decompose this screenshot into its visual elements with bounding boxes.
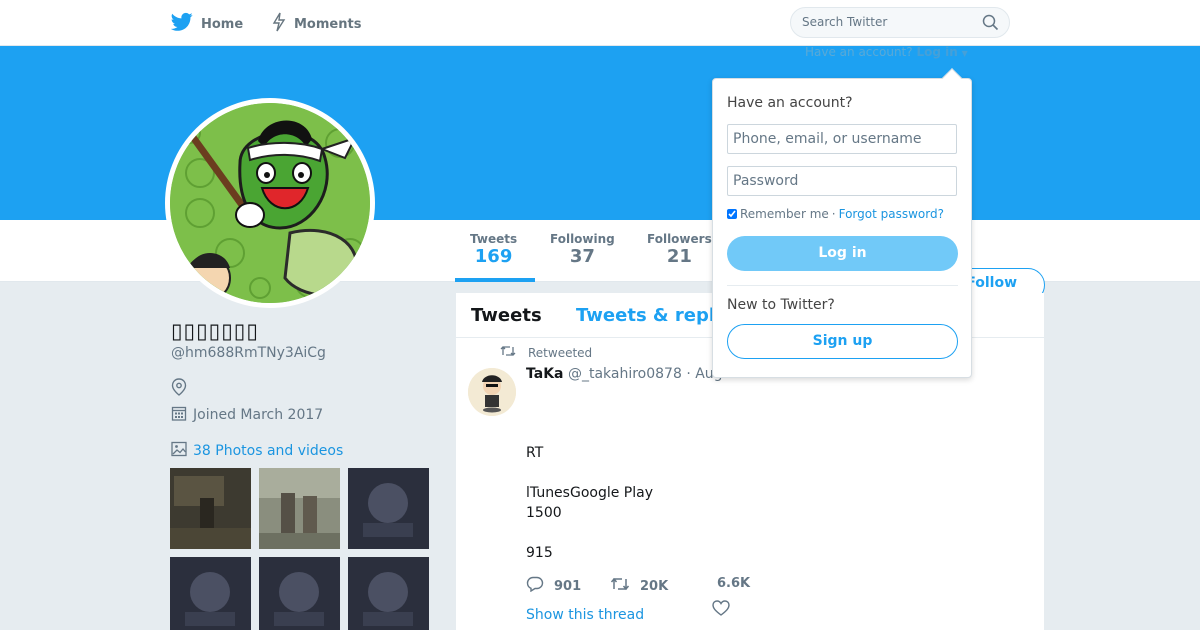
- photos-videos-label: 38 Photos and videos: [193, 443, 344, 459]
- nav-moments[interactable]: Moments: [272, 12, 361, 36]
- nav-home-label: Home: [201, 16, 244, 32]
- stat-label: Followers: [647, 232, 712, 246]
- tab-tweets-and-replies[interactable]: Tweets & repl: [576, 305, 715, 326]
- twitter-bird-icon: [170, 12, 193, 36]
- reply-count: 901: [554, 578, 582, 594]
- tweet-text-line: RT: [526, 445, 544, 461]
- tweet-text-line: lTunesGoogle Play: [526, 485, 653, 501]
- forgot-password-link[interactable]: Forgot password?: [839, 207, 944, 221]
- stat-following[interactable]: Following 37: [550, 232, 615, 267]
- media-thumbnail[interactable]: [259, 468, 340, 549]
- separator-dot: ·: [831, 207, 836, 221]
- photos-videos-link[interactable]: 38 Photos and videos: [171, 441, 343, 461]
- reply-icon: [526, 576, 544, 596]
- media-thumbnail[interactable]: [170, 468, 251, 549]
- remember-me-checkbox[interactable]: [727, 209, 737, 219]
- stat-value: 169: [474, 246, 513, 267]
- remember-me-label[interactable]: Remember me: [740, 207, 829, 221]
- nav-home[interactable]: Home: [170, 12, 244, 36]
- like-icon[interactable]: [712, 600, 730, 620]
- like-count: 6.6K: [717, 576, 751, 591]
- stat-value: 21: [666, 246, 692, 267]
- login-dropdown: Have an account? Remember me · Forgot pa…: [712, 68, 972, 378]
- dropdown-divider: [727, 285, 958, 286]
- tweet-actions: 901 20K 6.6K: [526, 576, 826, 596]
- search-input[interactable]: [802, 15, 972, 29]
- like-count-label: 6.6K: [717, 576, 750, 591]
- login-hint: Have an account? Log in ▼: [805, 45, 968, 59]
- show-this-thread-link[interactable]: Show this thread: [526, 607, 644, 623]
- tweet-text-line: 915: [526, 545, 553, 561]
- retweeted-label: Retweeted: [528, 345, 593, 360]
- reply-action[interactable]: 901: [526, 576, 581, 596]
- media-thumbnail[interactable]: [259, 557, 340, 630]
- signup-button[interactable]: Sign up: [727, 324, 958, 359]
- stat-followers[interactable]: Followers 21: [647, 232, 712, 267]
- have-account-text: Have an account?: [805, 45, 913, 59]
- stat-label: Following: [550, 232, 615, 246]
- stat-value: 37: [569, 246, 595, 267]
- profile-handle: @hm688RmTNy3AiCg: [171, 345, 326, 361]
- lightning-icon: [272, 12, 286, 36]
- retweet-action[interactable]: 20K: [610, 576, 668, 596]
- retweet-icon: [500, 345, 516, 360]
- nav-moments-label: Moments: [294, 16, 362, 32]
- tweet-author-handle[interactable]: @_takahiro0878: [568, 366, 682, 382]
- joined-date: Joined March 2017: [171, 405, 323, 425]
- media-thumbnail[interactable]: [348, 468, 429, 549]
- profile-avatar[interactable]: [165, 98, 375, 308]
- tweet-text-line: 1500: [526, 505, 562, 521]
- tweet-author-avatar[interactable]: [468, 368, 516, 416]
- media-thumbnail[interactable]: [170, 557, 251, 630]
- retweet-count: 20K: [640, 578, 669, 594]
- photo-icon: [171, 441, 187, 461]
- tweet-author-name[interactable]: TaKa: [526, 366, 564, 382]
- password-field[interactable]: [727, 166, 957, 196]
- top-navigation-bar: Home Moments: [0, 0, 1200, 46]
- location-pin-icon: [171, 378, 187, 400]
- dropdown-title: Have an account?: [727, 95, 853, 111]
- caret-down-icon: ▼: [961, 49, 968, 58]
- retweet-icon: [610, 576, 630, 596]
- username-field[interactable]: [727, 124, 957, 154]
- stat-label: Tweets: [470, 232, 518, 246]
- avatar-illustration: [170, 103, 370, 303]
- search-box: [790, 7, 1010, 38]
- login-link[interactable]: Log in: [916, 45, 957, 59]
- login-button[interactable]: Log in: [727, 236, 958, 271]
- new-to-twitter-text: New to Twitter?: [727, 297, 835, 313]
- active-tab-underline: [455, 278, 535, 282]
- joined-text: Joined March 2017: [193, 407, 324, 423]
- stat-tweets[interactable]: Tweets 169: [470, 232, 517, 267]
- search-icon[interactable]: [982, 14, 999, 35]
- calendar-icon: [171, 405, 187, 425]
- retweeted-indicator: Retweeted: [500, 345, 592, 360]
- media-thumbnail[interactable]: [348, 557, 429, 630]
- remember-me-row: Remember me · Forgot password?: [727, 207, 944, 221]
- tab-tweets[interactable]: Tweets: [471, 305, 542, 326]
- display-name: ▯▯▯▯▯▯▯: [171, 319, 259, 343]
